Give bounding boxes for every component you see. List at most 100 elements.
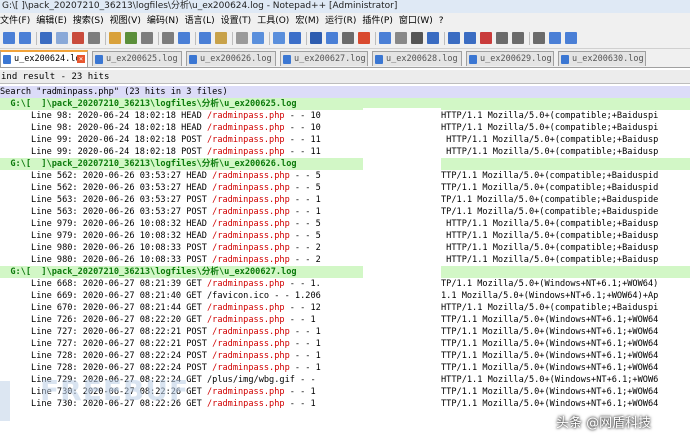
- hit-row[interactable]: Line 728: 2020-06-27 08:22:24 POST /radm…: [0, 362, 690, 374]
- hit-row[interactable]: Line 562: 2020-06-26 03:53:27 HEAD /radm…: [0, 170, 690, 182]
- file-tab[interactable]: u_ex200630.log: [558, 51, 646, 66]
- menu-item[interactable]: 文件(F): [0, 13, 36, 29]
- menu-item[interactable]: 视图(V): [110, 13, 147, 29]
- menu-item[interactable]: 运行(R): [325, 13, 362, 29]
- hit-row[interactable]: Line 670: 2020-06-27 08:21:44 GET /radmi…: [0, 302, 690, 314]
- hit-user-agent: HTTP/1.1 Mozilla/5.0+(compatible;+Baidus…: [441, 123, 659, 133]
- hit-prefix: Line 668: 2020-06-27 08:21:39 GET: [0, 279, 207, 289]
- new-file-icon[interactable]: [3, 32, 15, 44]
- stop-macro-icon[interactable]: [464, 32, 476, 44]
- hit-rest: - - 1: [289, 195, 321, 205]
- menu-item[interactable]: ?: [439, 13, 450, 29]
- open-file-icon[interactable]: [19, 32, 31, 44]
- toolbar-separator: [232, 32, 233, 45]
- file-tab[interactable]: u_ex200625.log: [92, 51, 182, 66]
- sync-v-icon[interactable]: [289, 32, 301, 44]
- file-group-row[interactable]: G:\[ ]\pack_20207210_36213\logfiles\分析\u…: [0, 158, 690, 170]
- abc-icon[interactable]: [549, 32, 561, 44]
- paste-icon[interactable]: [162, 32, 174, 44]
- hit-user-agent: HTTP/1.1 Mozilla/5.0+(compatible;+Baidus…: [441, 147, 659, 157]
- close-tab-icon[interactable]: ×: [77, 55, 85, 63]
- file-tab[interactable]: u_ex200629.log: [466, 51, 554, 66]
- doc-map-icon[interactable]: [379, 32, 391, 44]
- hit-row[interactable]: Line 979: 2020-06-26 10:08:32 HEAD /radm…: [0, 230, 690, 242]
- close-icon[interactable]: [72, 32, 84, 44]
- save-icon[interactable]: [40, 32, 52, 44]
- zoom-in-icon[interactable]: [252, 32, 264, 44]
- hit-row[interactable]: Line 563: 2020-06-26 03:53:27 POST /radm…: [0, 194, 690, 206]
- spell-icon[interactable]: [533, 32, 545, 44]
- hit-row[interactable]: Line 727: 2020-06-27 08:22:21 POST /radm…: [0, 326, 690, 338]
- redo-icon[interactable]: [199, 32, 211, 44]
- hit-rest: - - 5: [289, 231, 321, 241]
- toolbar-separator: [158, 32, 159, 45]
- menu-item[interactable]: 编辑(E): [36, 13, 73, 29]
- replace-icon[interactable]: [236, 32, 248, 44]
- undo-icon[interactable]: [178, 32, 190, 44]
- file-tab-label: u_ex200628.log: [386, 54, 458, 64]
- folder-workspace-icon[interactable]: [411, 32, 423, 44]
- toolbar-separator: [105, 32, 106, 45]
- monitor-icon[interactable]: [427, 32, 439, 44]
- menu-item[interactable]: 设置(T): [221, 13, 258, 29]
- hit-row[interactable]: Line 726: 2020-06-27 08:22:20 GET /radmi…: [0, 314, 690, 326]
- show-all-icon[interactable]: [342, 32, 354, 44]
- hit-user-agent: HTTP/1.1 Mozilla/5.0+(compatible;+Baidus…: [441, 255, 659, 265]
- hit-row[interactable]: Line 668: 2020-06-27 08:21:39 GET /radmi…: [0, 278, 690, 290]
- hit-row[interactable]: Line 98: 2020-06-24 18:02:18 HEAD /radmi…: [0, 122, 690, 134]
- zoom-out-icon[interactable]: [273, 32, 285, 44]
- hit-prefix: Line 98: 2020-06-24 18:02:18 HEAD: [0, 123, 207, 133]
- hit-user-agent: TTP/1.1 Mozilla/5.0+(Windows+NT+6.1;+WOW…: [441, 315, 659, 325]
- file-group-row[interactable]: G:\[ ]\pack_20207210_36213\logfiles\分析\u…: [0, 266, 690, 278]
- close-all-icon[interactable]: [88, 32, 100, 44]
- hit-row[interactable]: Line 99: 2020-06-24 18:02:18 POST /radmi…: [0, 134, 690, 146]
- word-wrap-icon[interactable]: [326, 32, 338, 44]
- play-macro-icon[interactable]: [480, 32, 492, 44]
- hit-prefix: Line 727: 2020-06-27 08:22:21 POST: [0, 339, 213, 349]
- menu-item[interactable]: 窗口(W): [399, 13, 439, 29]
- sync-h-icon[interactable]: [310, 32, 322, 44]
- record-macro-icon[interactable]: [448, 32, 460, 44]
- hit-row[interactable]: Line 562: 2020-06-26 03:53:27 HEAD /radm…: [0, 182, 690, 194]
- hit-row[interactable]: Line 727: 2020-06-27 08:22:21 POST /radm…: [0, 338, 690, 350]
- find-icon[interactable]: [215, 32, 227, 44]
- file-tab[interactable]: u_ex200624.log ×: [0, 50, 88, 67]
- hit-row[interactable]: Line 669: 2020-06-27 08:21:40 GET /favic…: [0, 290, 690, 302]
- save-macro-icon[interactable]: [512, 32, 524, 44]
- hit-prefix: Line 980: 2020-06-26 10:08:33 POST: [0, 255, 213, 265]
- extra-icon[interactable]: [565, 32, 577, 44]
- copy-icon[interactable]: [141, 32, 153, 44]
- menu-item[interactable]: 编码(N): [147, 13, 185, 29]
- hit-row[interactable]: Line 563: 2020-06-26 03:53:27 POST /radm…: [0, 206, 690, 218]
- hit-user-agent: HTTP/1.1 Mozilla/5.0+(compatible;+Baidus…: [441, 303, 659, 313]
- cut-icon[interactable]: [125, 32, 137, 44]
- file-tab[interactable]: u_ex200626.log: [186, 51, 276, 66]
- file-tab[interactable]: u_ex200628.log: [372, 51, 462, 66]
- hit-keyword: /radminpass.php: [206, 135, 285, 145]
- menu-item[interactable]: 语言(L): [185, 13, 221, 29]
- hit-row[interactable]: Line 99: 2020-06-24 18:02:18 POST /radmi…: [0, 146, 690, 158]
- hit-row[interactable]: Line 979: 2020-06-26 10:08:32 HEAD /radm…: [0, 218, 690, 230]
- hit-prefix: Line 728: 2020-06-27 08:22:24 POST: [0, 351, 213, 361]
- hit-row[interactable]: Line 98: 2020-06-24 18:02:18 HEAD /radmi…: [0, 110, 690, 122]
- save-all-icon[interactable]: [56, 32, 68, 44]
- hit-row[interactable]: Line 980: 2020-06-26 10:08:33 POST /radm…: [0, 254, 690, 266]
- search-summary-row[interactable]: Search "radminpass.php" (23 hits in 3 fi…: [0, 86, 690, 98]
- menu-item[interactable]: 搜索(S): [73, 13, 110, 29]
- toolbar: [0, 29, 690, 49]
- hit-keyword: /radminpass.php: [212, 219, 290, 229]
- print-icon[interactable]: [109, 32, 121, 44]
- menu-item[interactable]: 插件(P): [362, 13, 398, 29]
- function-list-icon[interactable]: [395, 32, 407, 44]
- hit-keyword: /radminpass.php: [212, 171, 290, 181]
- menu-item[interactable]: 工具(O): [257, 13, 295, 29]
- file-tab-label: u_ex200626.log: [200, 54, 272, 64]
- hit-row[interactable]: Line 728: 2020-06-27 08:22:24 POST /radm…: [0, 350, 690, 362]
- run-macro-icon[interactable]: [496, 32, 508, 44]
- file-tab[interactable]: u_ex200627.log: [280, 51, 368, 66]
- file-group-row[interactable]: G:\[ ]\pack_20207210_36213\logfiles\分析\u…: [0, 98, 690, 110]
- hit-prefix: Line 979: 2020-06-26 10:08:32 HEAD: [0, 219, 213, 229]
- indent-guide-icon[interactable]: [358, 32, 370, 44]
- hit-row[interactable]: Line 980: 2020-06-26 10:08:33 POST /radm…: [0, 242, 690, 254]
- menu-item[interactable]: 宏(M): [295, 13, 325, 29]
